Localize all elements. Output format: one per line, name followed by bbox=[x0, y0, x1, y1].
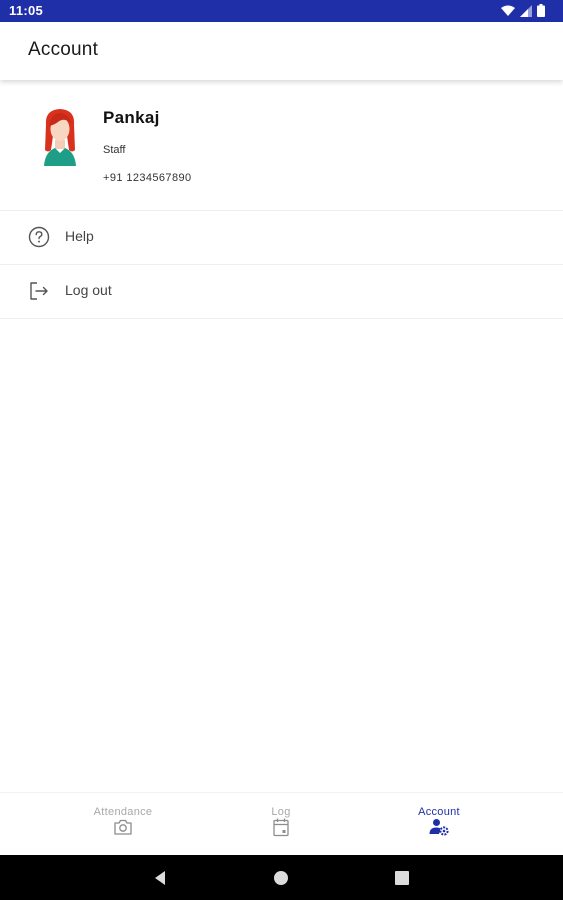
status-time: 11:05 bbox=[9, 3, 44, 18]
app-bar: Account bbox=[0, 22, 563, 80]
signal-icon bbox=[520, 4, 532, 17]
recents-icon[interactable] bbox=[393, 869, 411, 887]
logout-icon bbox=[30, 282, 48, 300]
nav-tab-log[interactable]: Log bbox=[206, 793, 356, 856]
system-navigation-bar bbox=[0, 855, 563, 900]
logout-menu-item[interactable]: Log out bbox=[0, 265, 563, 319]
help-label: Help bbox=[65, 228, 94, 244]
battery-icon bbox=[537, 4, 545, 17]
status-icons bbox=[501, 4, 545, 17]
status-bar: 11:05 bbox=[0, 0, 563, 22]
profile-name: Pankaj bbox=[103, 108, 160, 127]
nav-tab-account[interactable]: Account bbox=[364, 793, 514, 856]
profile-card: Pankaj Staff +91 1234567890 bbox=[0, 82, 563, 211]
profile-role: Staff bbox=[103, 144, 126, 156]
back-icon[interactable] bbox=[152, 869, 170, 887]
female-avatar-icon bbox=[44, 109, 76, 166]
account-settings-icon bbox=[429, 819, 449, 836]
calendar-icon bbox=[273, 818, 289, 837]
page-title: Account bbox=[28, 39, 99, 60]
wifi-icon bbox=[501, 5, 515, 16]
home-icon[interactable] bbox=[272, 869, 290, 887]
profile-phone: +91 1234567890 bbox=[103, 172, 192, 184]
nav-tab-attendance[interactable]: Attendance bbox=[48, 793, 198, 856]
help-circle-icon bbox=[28, 226, 50, 248]
help-menu-item[interactable]: Help bbox=[0, 211, 563, 265]
bottom-navigation: Attendance Log Account bbox=[0, 792, 563, 855]
logout-label: Log out bbox=[65, 282, 112, 298]
camera-icon bbox=[114, 819, 132, 835]
